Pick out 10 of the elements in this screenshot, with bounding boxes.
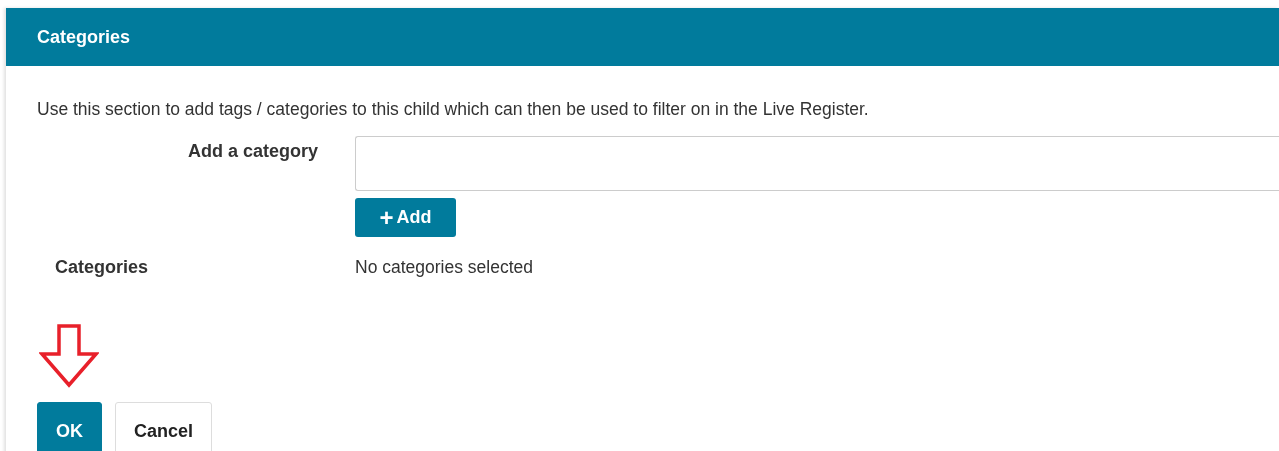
down-arrow-icon (39, 324, 99, 388)
category-input[interactable] (355, 136, 1279, 191)
ok-button[interactable]: OK (37, 402, 102, 451)
intro-text: Use this section to add tags / categories to this child which can then be used to filter on in the Live Register. (37, 99, 870, 120)
cancel-button[interactable]: Cancel (115, 402, 213, 451)
field-label: Categories (54, 257, 150, 278)
dialog-title: Categories (37, 26, 131, 48)
field-label: Add a category (186, 140, 319, 163)
add-button[interactable]: +Add (355, 198, 456, 237)
categories-value: No categories selected (355, 257, 535, 278)
